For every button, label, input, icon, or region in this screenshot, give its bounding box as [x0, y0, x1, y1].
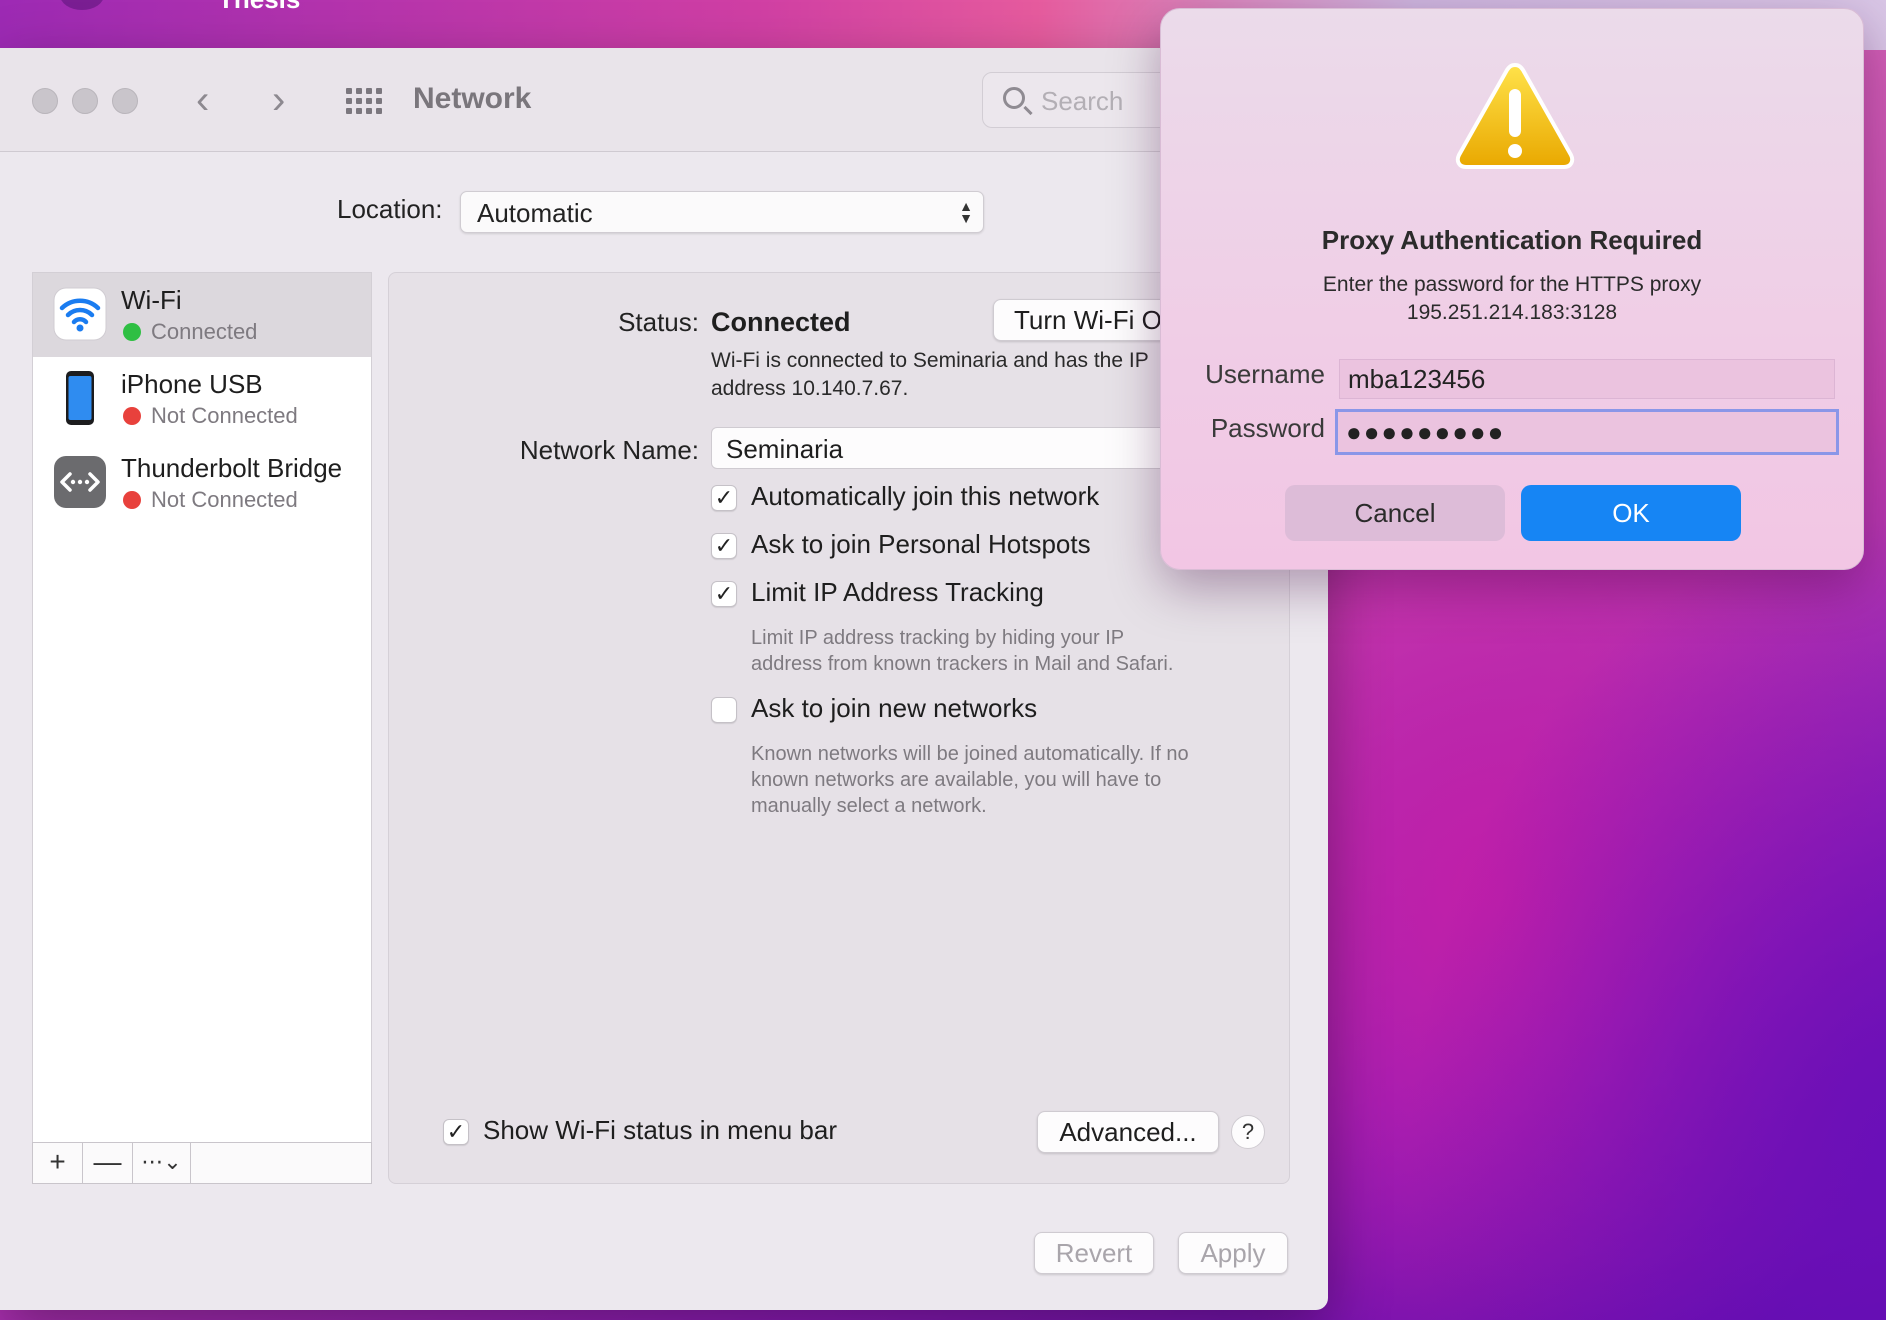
wifi-detail-panel: Status: Connected Turn Wi-Fi Off Wi-Fi i…	[388, 272, 1311, 1184]
service-name: iPhone USB	[121, 369, 263, 399]
hint-line: address from known trackers in Mail and …	[751, 653, 1174, 675]
status-description: Wi-Fi is connected to Seminaria and has …	[711, 347, 1149, 403]
cancel-button[interactable]: Cancel	[1285, 485, 1505, 541]
username-field[interactable]	[1339, 359, 1835, 399]
service-actions-menu-button[interactable]: ⋯⌄	[133, 1143, 191, 1183]
minimize-window-button[interactable]	[72, 88, 98, 114]
network-name-label: Network Name:	[519, 435, 699, 465]
password-field[interactable]	[1335, 409, 1839, 455]
status-dot-icon	[123, 323, 141, 341]
auto-join-label: Automatically join this network	[751, 481, 1100, 511]
network-preferences-window: ‹ › Network Location: Automatic ▲▼	[0, 48, 1328, 1310]
proxy-authentication-dialog: Proxy Authentication Required Enter the …	[1160, 8, 1864, 570]
zoom-window-button[interactable]	[112, 88, 138, 114]
revert-button[interactable]: Revert	[1034, 1232, 1154, 1274]
service-name: Thunderbolt Bridge	[121, 453, 343, 483]
ask-hotspots-label: Ask to join Personal Hotspots	[751, 529, 1091, 559]
status-dot-icon	[123, 491, 141, 509]
status-description-line: Wi-Fi is connected to Seminaria and has …	[711, 349, 1149, 372]
apply-button[interactable]: Apply	[1178, 1232, 1288, 1274]
location-select[interactable]: Automatic ▲ ▼	[460, 191, 984, 233]
service-status: Not Connected	[151, 487, 298, 512]
service-item-wifi[interactable]: Wi-Fi Connected	[33, 273, 371, 357]
show-wifi-status-label: Show Wi-Fi status in menu bar	[483, 1115, 838, 1145]
hint-line: known networks are available, you will h…	[751, 769, 1162, 791]
show-wifi-status-checkbox[interactable]: ✓	[443, 1119, 469, 1145]
close-window-button[interactable]	[32, 88, 58, 114]
thunderbolt-bridge-icon	[53, 455, 107, 509]
location-value: Automatic	[477, 198, 593, 228]
advanced-button[interactable]: Advanced...	[1037, 1111, 1219, 1153]
password-label: Password	[1210, 413, 1325, 443]
add-service-button[interactable]: +	[33, 1143, 83, 1183]
forward-button[interactable]: ›	[272, 78, 285, 122]
hint-line: Limit IP address tracking by hiding your…	[751, 627, 1125, 649]
background-window-title: Thesis	[218, 0, 300, 15]
hint-line: Known networks will be joined automatica…	[751, 743, 1189, 765]
network-service-list: Wi-Fi Connected iPhone USB Not Connected	[32, 272, 372, 1144]
chevron-updown-icon: ▲ ▼	[959, 198, 973, 226]
back-button[interactable]: ‹	[196, 78, 209, 122]
service-status: Connected	[151, 319, 258, 344]
window-toolbar: ‹ › Network	[0, 48, 1328, 152]
status-dot-icon	[123, 407, 141, 425]
search-icon	[1003, 87, 1025, 109]
limit-ip-tracking-checkbox[interactable]: ✓	[711, 581, 737, 607]
dialog-message-line: Enter the password for the HTTPS proxy	[1322, 273, 1702, 296]
proxy-address: 195.251.214.183:3128	[1406, 301, 1618, 324]
iphone-icon	[53, 371, 107, 425]
dock-app-icon	[60, 0, 104, 10]
help-button[interactable]: ?	[1231, 1115, 1265, 1149]
status-label: Status:	[618, 307, 699, 337]
username-label: Username	[1205, 359, 1325, 389]
window-title: Network	[413, 82, 532, 115]
ask-new-networks-hint: Known networks will be joined automatica…	[751, 741, 1271, 819]
ok-button[interactable]: OK	[1521, 485, 1741, 541]
ask-new-networks-checkbox[interactable]	[711, 697, 737, 723]
location-label: Location:	[337, 194, 443, 224]
ask-hotspots-checkbox[interactable]: ✓	[711, 533, 737, 559]
status-description-line: address 10.140.7.67.	[711, 377, 909, 400]
wifi-icon	[53, 287, 107, 341]
network-name-value: Seminaria	[726, 434, 844, 464]
status-value: Connected	[711, 307, 851, 337]
service-name: Wi-Fi	[121, 285, 182, 315]
service-item-thunderbolt-bridge[interactable]: Thunderbolt Bridge Not Connected	[33, 441, 371, 525]
service-status: Not Connected	[151, 403, 298, 428]
limit-ip-tracking-label: Limit IP Address Tracking	[751, 577, 1044, 607]
auto-join-checkbox[interactable]: ✓	[711, 485, 737, 511]
warning-icon	[1453, 59, 1577, 171]
ask-new-networks-label: Ask to join new networks	[751, 693, 1038, 723]
service-list-toolbar: + — ⋯⌄	[32, 1142, 372, 1184]
limit-ip-tracking-hint: Limit IP address tracking by hiding your…	[751, 625, 1271, 677]
show-all-preferences-icon[interactable]	[344, 86, 382, 116]
service-item-iphone-usb[interactable]: iPhone USB Not Connected	[33, 357, 371, 441]
dialog-title: Proxy Authentication Required	[1321, 225, 1703, 255]
remove-service-button[interactable]: —	[83, 1143, 133, 1183]
hint-line: manually select a network.	[751, 795, 987, 817]
dialog-message: Enter the password for the HTTPS proxy 1…	[1161, 271, 1863, 327]
